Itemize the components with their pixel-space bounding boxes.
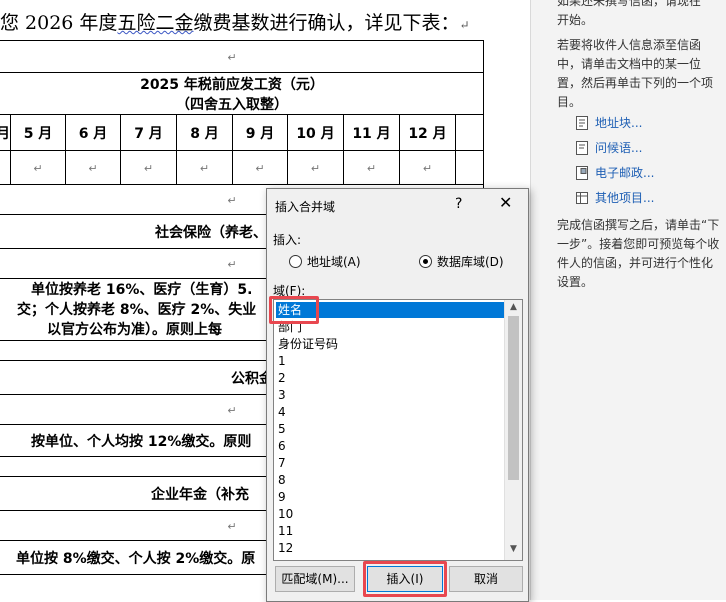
field-item[interactable]: 8 xyxy=(276,472,504,488)
table-empty-row[interactable]: ↵ xyxy=(0,40,484,73)
field-item[interactable]: 3 xyxy=(276,387,504,403)
intro-line: 您 2026 年度五险二金缴费基数进行确认，详见下表：↵ xyxy=(0,8,470,35)
field-item[interactable]: 9 xyxy=(276,489,504,505)
salary-subtitle: （四舍五入取整） xyxy=(176,96,288,113)
scroll-thumb[interactable] xyxy=(508,316,519,480)
help-button[interactable]: ? xyxy=(455,196,462,212)
database-fields-radio[interactable]: 数据库域(D) xyxy=(419,253,504,270)
salary-value-cell[interactable]: ↵ xyxy=(0,150,11,185)
field-item[interactable]: 4 xyxy=(276,404,504,420)
intro-text-post: 缴费基数进行确认，详见下表： xyxy=(193,12,460,34)
insert-label: 插入: xyxy=(273,233,302,247)
electronic-postage-link[interactable]: 电子邮政... xyxy=(575,164,654,181)
intro-text-squiggle: 五险二金 xyxy=(117,12,194,34)
address-block-icon xyxy=(576,115,588,130)
month-cell[interactable]: 12 月 xyxy=(399,114,456,151)
month-cell[interactable]: 10 月 xyxy=(287,114,344,151)
dialog-title: 插入合并域 xyxy=(275,200,336,214)
salary-value-cell[interactable]: ↵ xyxy=(343,150,400,185)
month-cell[interactable]: 7 月 xyxy=(120,114,177,151)
field-item[interactable]: 10 xyxy=(276,506,504,522)
listbox-scrollbar[interactable]: ▲ ▼ xyxy=(504,300,522,560)
greeting-line-icon xyxy=(576,140,588,155)
greeting-line-label: 问候语... xyxy=(595,141,643,155)
insert-button[interactable]: 插入(I) xyxy=(367,566,443,592)
electronic-postage-icon xyxy=(576,165,588,180)
electronic-postage-label: 电子邮政... xyxy=(595,166,655,180)
more-items-label: 其他项目... xyxy=(595,191,655,205)
field-item[interactable]: 身份证号码 xyxy=(276,336,504,352)
field-item[interactable]: 6 xyxy=(276,438,504,454)
sidebar-bottom-text: 完成信函撰写之后，请单击“下一步”。接着您即可预览每个收件人的信函，并可进行个性… xyxy=(557,218,720,289)
more-items-link[interactable]: 其他项目... xyxy=(575,189,654,206)
scroll-up-icon[interactable]: ▲ xyxy=(505,302,522,312)
salary-title-cell[interactable]: 2025 年税前应发工资（元） （四舍五入取整） xyxy=(0,72,484,115)
salary-values-row: ↵ ↵ ↵ ↵ ↵ ↵ ↵ ↵ ↵ xyxy=(0,150,484,185)
month-cell[interactable]: 4 月 xyxy=(0,114,11,151)
salary-value-cell[interactable]: ↵ xyxy=(176,150,233,185)
database-fields-label: 数据库域(D) xyxy=(437,255,504,269)
field-item-selected[interactable]: 姓名 xyxy=(276,302,504,318)
field-item[interactable]: 12 xyxy=(276,540,504,556)
month-cell[interactable]: 6 月 xyxy=(65,114,121,151)
mail-merge-pane: 如果还未撰写信函，请现在开始。 若要将收件人信息添至信函中，请单击文档中的某一位… xyxy=(530,0,726,600)
sidebar-top-text: 如果还未撰写信函，请现在开始。 xyxy=(557,0,702,27)
close-button[interactable]: ✕ xyxy=(499,193,512,212)
month-cell[interactable]: 8 月 xyxy=(176,114,233,151)
field-item[interactable]: 部门 xyxy=(276,319,504,335)
salary-value-cell[interactable]: ↵ xyxy=(65,150,121,185)
address-fields-label: 地址域(A) xyxy=(307,255,361,269)
month-cell-extra[interactable] xyxy=(455,114,484,151)
address-block-label: 地址块... xyxy=(595,116,643,130)
more-items-icon xyxy=(576,191,588,204)
fields-label: 域(F): xyxy=(273,284,306,298)
address-block-link[interactable]: 地址块... xyxy=(575,114,642,131)
salary-value-cell[interactable]: ↵ xyxy=(232,150,288,185)
month-cell[interactable]: 9 月 xyxy=(232,114,288,151)
salary-value-cell[interactable]: ↵ xyxy=(287,150,344,185)
field-item[interactable]: 2 xyxy=(276,370,504,386)
field-item[interactable]: 7 xyxy=(276,455,504,471)
address-fields-radio[interactable]: 地址域(A) xyxy=(289,253,361,270)
paragraph-mark: ↵ xyxy=(459,18,470,32)
greeting-line-link[interactable]: 问候语... xyxy=(575,139,642,156)
salary-value-cell[interactable]: ↵ xyxy=(10,150,66,185)
field-item[interactable]: 5 xyxy=(276,421,504,437)
fields-listbox[interactable]: 姓名 部门 身份证号码 1 2 3 4 5 6 7 8 9 10 11 12 ▲… xyxy=(273,299,523,561)
cancel-button[interactable]: 取消 xyxy=(449,566,523,592)
month-cell[interactable]: 11 月 xyxy=(343,114,400,151)
salary-title: 2025 年税前应发工资（元） xyxy=(140,76,324,93)
field-item[interactable]: 1 xyxy=(276,353,504,369)
salary-value-cell[interactable] xyxy=(455,150,484,185)
salary-value-cell[interactable]: ↵ xyxy=(399,150,456,185)
radio-circle xyxy=(289,255,302,268)
sidebar-instruction-text: 若要将收件人信息添至信函中，请单击文档中的某一位置，然后再单击下列的一个项目。 xyxy=(557,38,714,109)
scroll-down-icon[interactable]: ▼ xyxy=(505,544,522,554)
month-cell[interactable]: 5 月 xyxy=(10,114,66,151)
field-item[interactable]: 11 xyxy=(276,523,504,539)
intro-text-pre: 您 2026 年度 xyxy=(0,12,118,34)
match-fields-button[interactable]: 匹配域(M)... xyxy=(275,566,355,592)
insert-merge-field-dialog: 插入合并域 ? ✕ 插入: 地址域(A) 数据库域(D) 域(F): 姓名 部门… xyxy=(266,188,529,602)
salary-value-cell[interactable]: ↵ xyxy=(120,150,177,185)
radio-circle-selected xyxy=(419,255,432,268)
months-row: 4 月 5 月 6 月 7 月 8 月 9 月 10 月 11 月 12 月 xyxy=(0,114,484,151)
